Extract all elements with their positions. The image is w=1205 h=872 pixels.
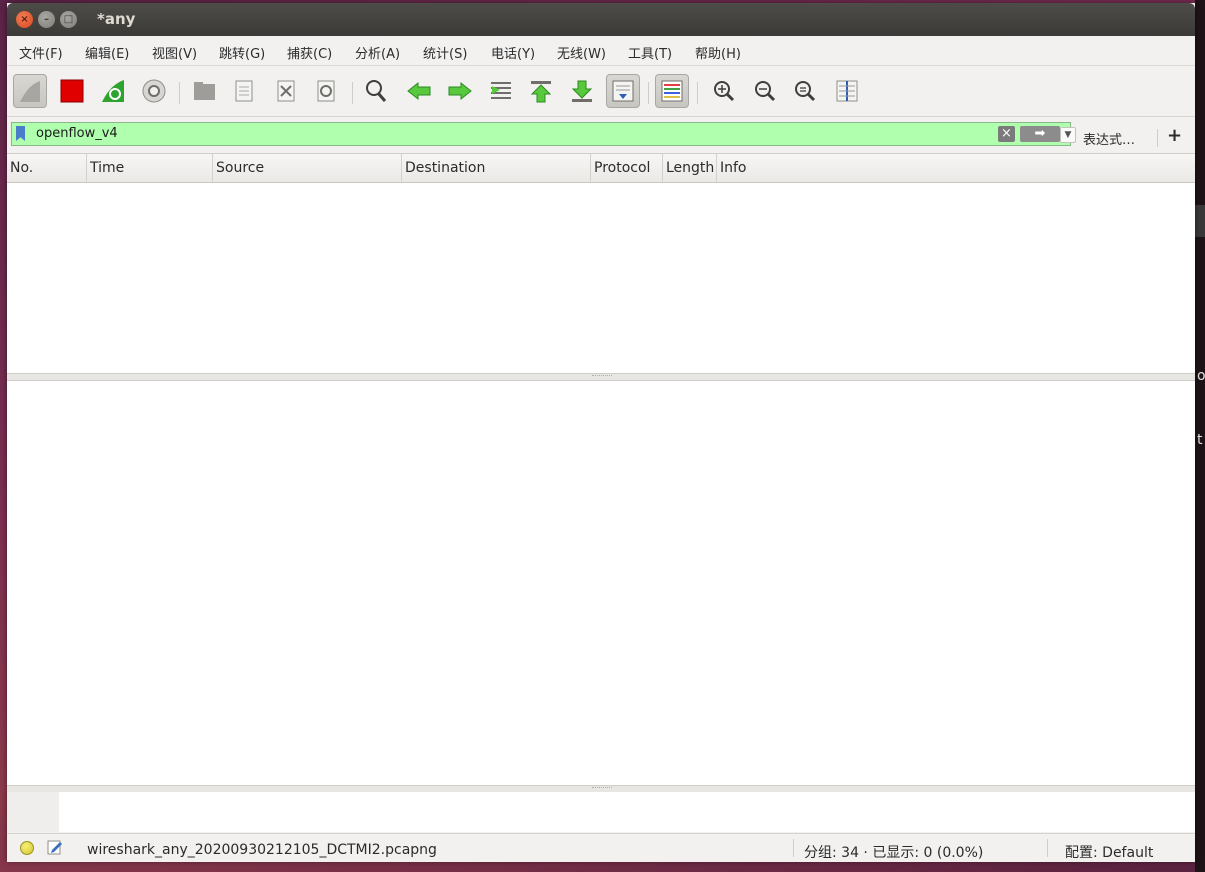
menu-capture[interactable]: 捕获(C) — [287, 43, 332, 62]
column-header-source[interactable]: Source — [213, 154, 402, 182]
capture-options-icon[interactable] — [137, 74, 171, 108]
column-header-destination[interactable]: Destination — [402, 154, 591, 182]
desktop-highlight — [1195, 205, 1205, 237]
desktop-right-strip: o t — [1195, 0, 1205, 872]
wireshark-window: × – □ *any 文件(F) 编辑(E) 视图(V) 跳转(G) 捕获(C)… — [7, 3, 1195, 862]
add-filter-button[interactable]: + — [1167, 125, 1182, 146]
menu-telephony[interactable]: 电话(Y) — [491, 43, 535, 62]
window-title: *any — [97, 10, 136, 28]
autoscroll-icon[interactable] — [606, 74, 640, 108]
menu-bar: 文件(F) 编辑(E) 视图(V) 跳转(G) 捕获(C) 分析(A) 统计(S… — [7, 37, 1195, 66]
menu-tools[interactable]: 工具(T) — [628, 43, 672, 62]
stop-icon[interactable] — [55, 74, 89, 108]
window-maximize-button[interactable]: □ — [60, 11, 77, 28]
window-minimize-button[interactable]: – — [38, 11, 55, 28]
background-text-fragment: o — [1197, 368, 1205, 384]
resize-columns-icon[interactable] — [830, 74, 864, 108]
menu-file[interactable]: 文件(F) — [19, 43, 63, 62]
menu-wireless[interactable]: 无线(W) — [557, 43, 606, 62]
packet-bytes-pane[interactable] — [7, 792, 1195, 832]
go-to-packet-icon[interactable] — [484, 74, 518, 108]
toolbar-separator — [179, 82, 180, 104]
column-header-length[interactable]: Length — [663, 154, 717, 182]
status-separator — [1047, 839, 1048, 857]
main-toolbar — [7, 66, 1195, 117]
column-header-protocol[interactable]: Protocol — [591, 154, 663, 182]
filter-history-dropdown-icon[interactable]: ▼ — [1060, 127, 1076, 143]
column-header-no[interactable]: No. — [7, 154, 87, 182]
find-packet-icon[interactable] — [359, 74, 393, 108]
status-separator — [793, 839, 794, 857]
capture-comment-icon[interactable] — [47, 839, 63, 859]
clear-filter-icon[interactable]: × — [998, 126, 1015, 142]
expert-info-status-icon[interactable] — [20, 841, 34, 855]
status-bar: wireshark_any_20200930212105_DCTMI2.pcap… — [7, 833, 1195, 862]
normal-size-icon[interactable] — [788, 74, 822, 108]
menu-view[interactable]: 视图(V) — [152, 43, 197, 62]
toolbar-separator — [697, 82, 698, 104]
capture-file-name: wireshark_any_20200930212105_DCTMI2.pcap… — [87, 842, 437, 858]
reload-file-icon[interactable] — [309, 74, 343, 108]
apply-filter-icon[interactable]: ➡ — [1020, 126, 1060, 142]
go-back-icon[interactable] — [402, 74, 436, 108]
bytes-offset-column — [7, 792, 59, 832]
save-file-icon[interactable] — [227, 74, 261, 108]
menu-help[interactable]: 帮助(H) — [695, 43, 741, 62]
window-close-button[interactable]: × — [16, 11, 33, 28]
colorize-icon[interactable] — [655, 74, 689, 108]
display-filter-bar: × ➡ ▼ 表达式… + — [7, 117, 1195, 154]
packet-list-header: No. Time Source Destination Protocol Len… — [7, 154, 1195, 183]
pane-splitter[interactable] — [7, 373, 1195, 381]
zoom-in-icon[interactable] — [707, 74, 741, 108]
expression-button[interactable]: 表达式… — [1083, 129, 1135, 148]
close-file-icon[interactable] — [269, 74, 303, 108]
title-bar: × – □ *any — [7, 3, 1195, 36]
packet-list-pane[interactable]: No. Time Source Destination Protocol Len… — [7, 154, 1195, 373]
profile-status[interactable]: 配置: Default — [1065, 842, 1153, 862]
column-header-time[interactable]: Time — [87, 154, 213, 182]
zoom-out-icon[interactable] — [748, 74, 782, 108]
filter-bookmark-icon[interactable] — [16, 126, 25, 141]
column-header-info[interactable]: Info — [717, 154, 1195, 182]
menu-go[interactable]: 跳转(G) — [219, 43, 265, 62]
display-filter-input[interactable] — [36, 126, 936, 141]
filter-separator — [1157, 129, 1158, 147]
menu-edit[interactable]: 编辑(E) — [85, 43, 129, 62]
first-packet-icon[interactable] — [524, 74, 558, 108]
packet-details-pane[interactable] — [7, 381, 1195, 785]
open-file-icon[interactable] — [187, 74, 221, 108]
display-filter-box: × ➡ ▼ — [11, 122, 1076, 146]
menu-statistics[interactable]: 统计(S) — [423, 43, 467, 62]
toolbar-separator — [648, 82, 649, 104]
packet-count-status: 分组: 34 · 已显示: 0 (0.0%) — [804, 845, 984, 861]
background-text-fragment: t — [1197, 432, 1203, 448]
toolbar-separator — [352, 82, 353, 104]
shark-fin-start-icon[interactable] — [13, 74, 47, 108]
restart-capture-icon[interactable] — [96, 74, 130, 108]
last-packet-icon[interactable] — [565, 74, 599, 108]
menu-analyze[interactable]: 分析(A) — [355, 43, 400, 62]
go-forward-icon[interactable] — [443, 74, 477, 108]
